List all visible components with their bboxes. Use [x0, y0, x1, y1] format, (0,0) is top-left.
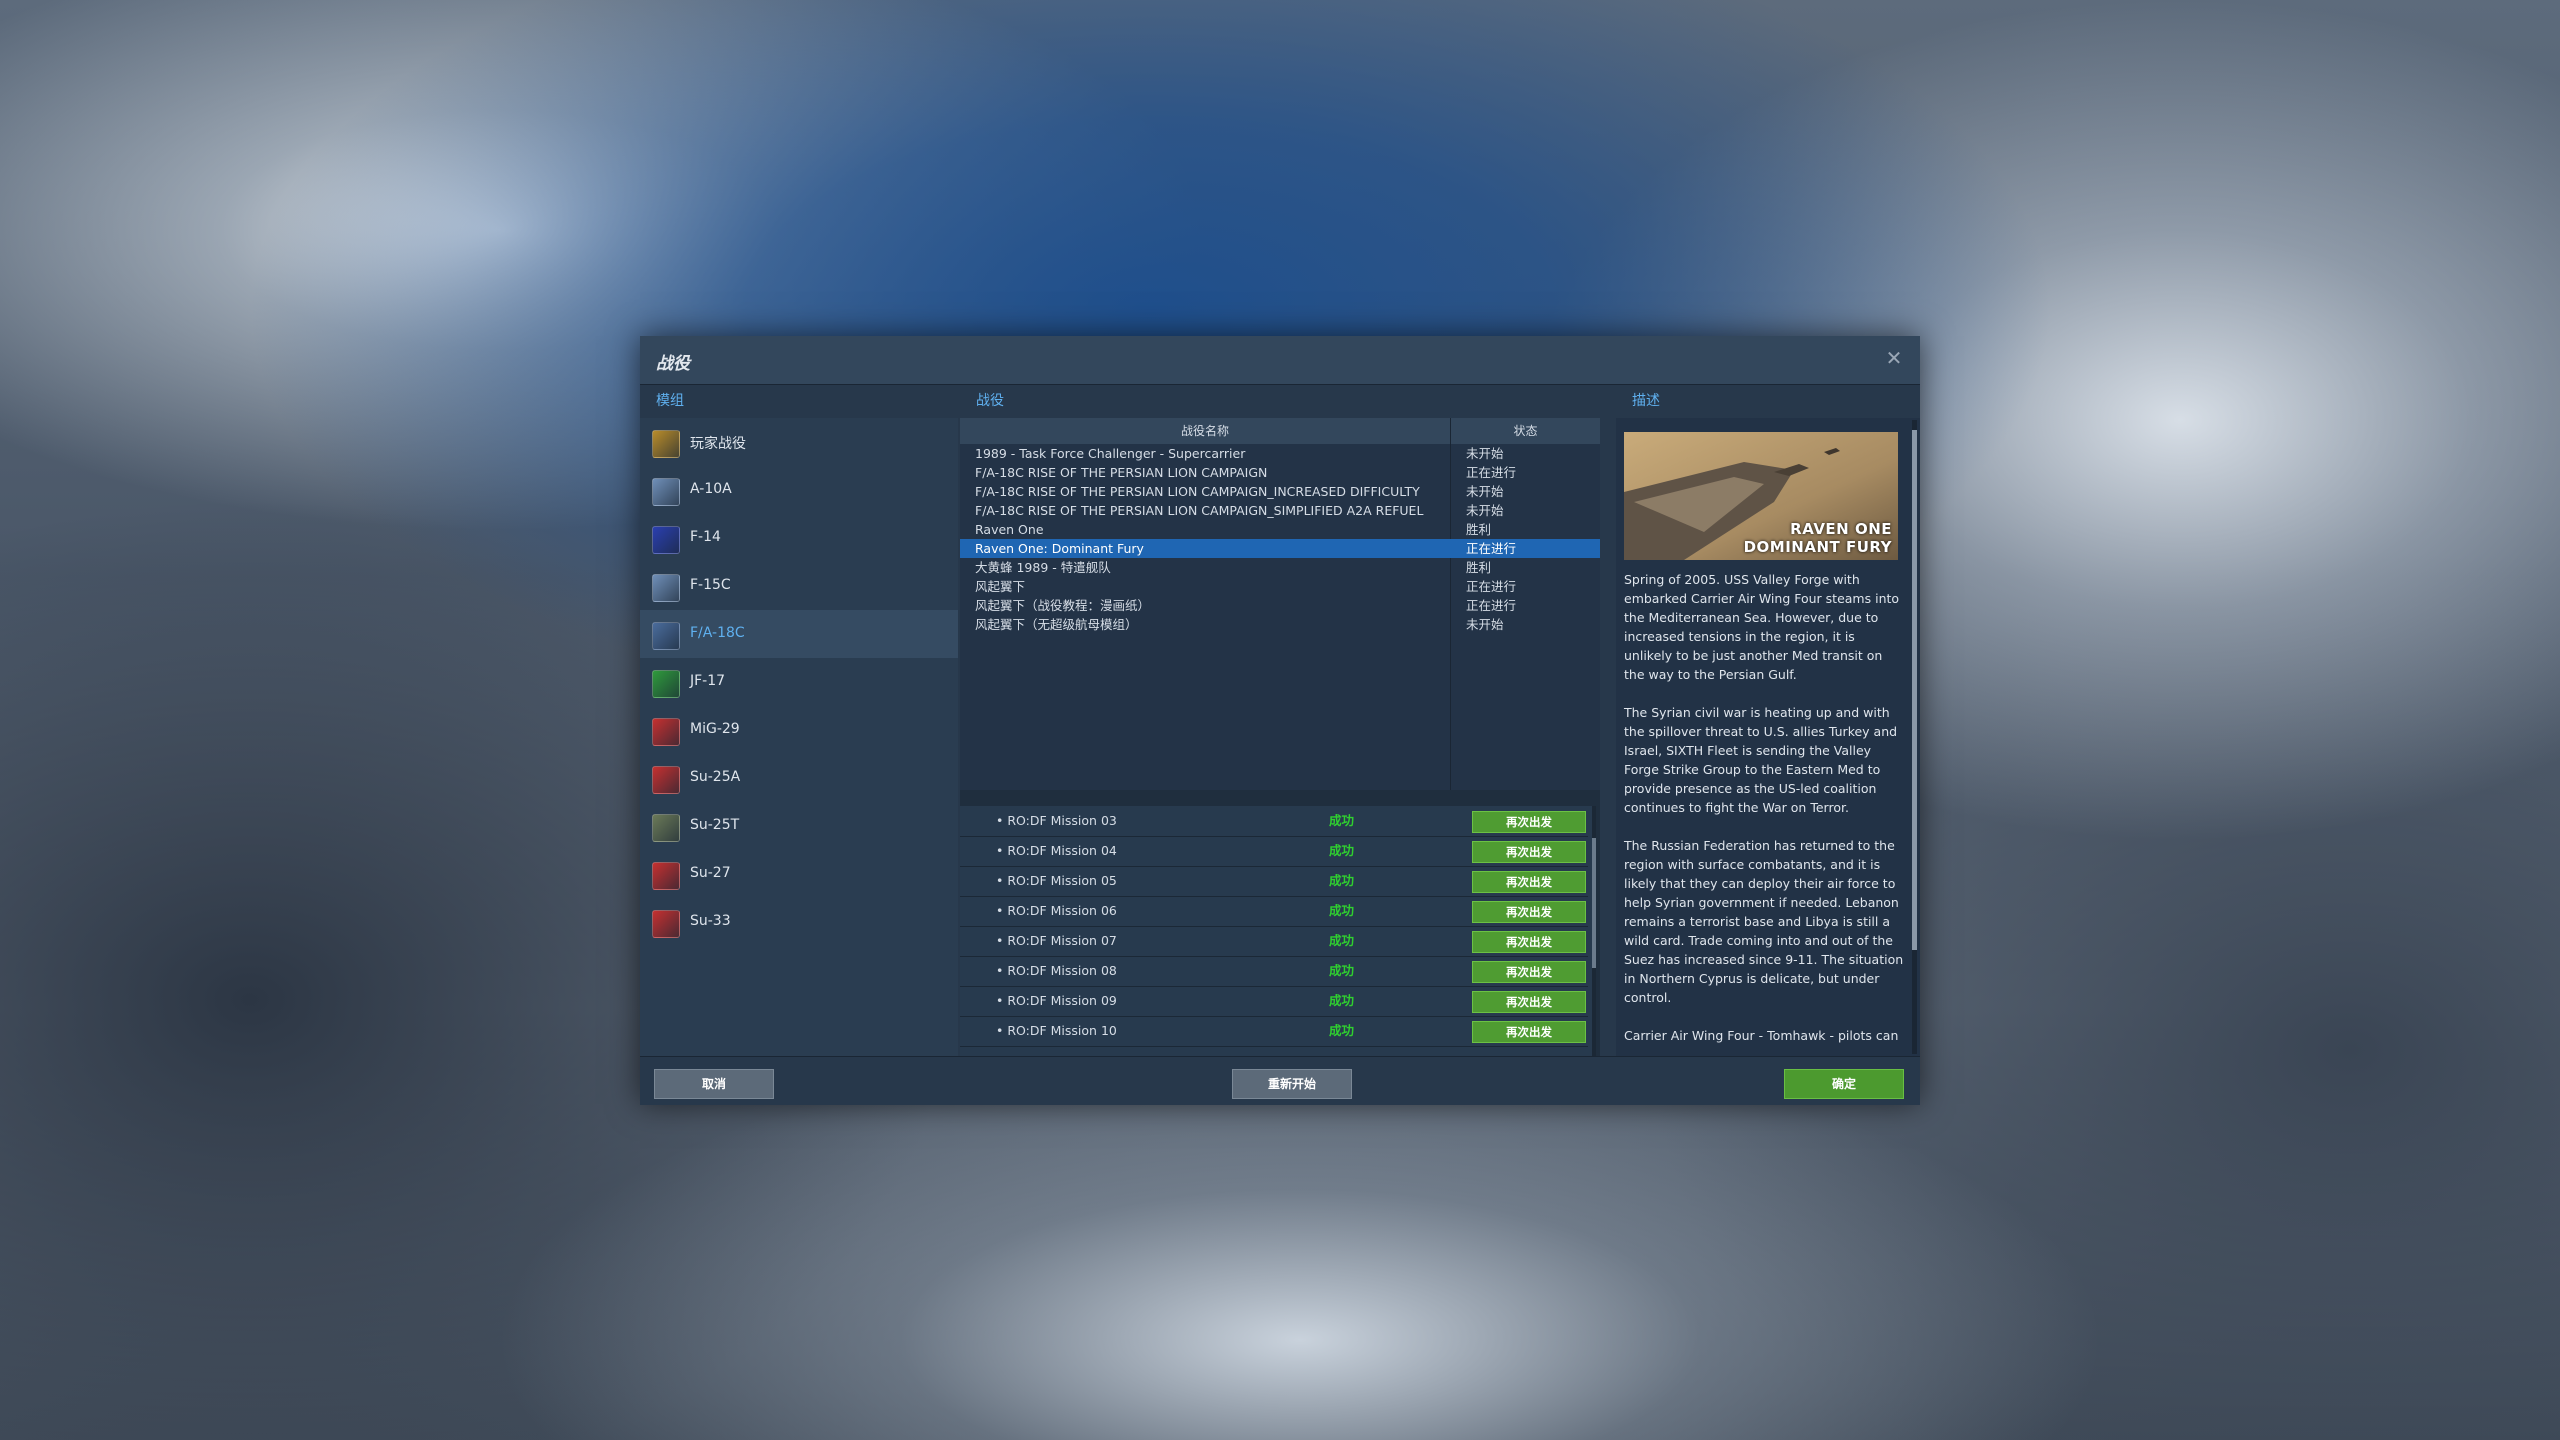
campaign-image-title: RAVEN ONE DOMINANT FURY [1743, 520, 1892, 556]
description-paragraph: The Syrian civil war is heating up and w… [1624, 705, 1898, 815]
campaign-image: RAVEN ONE DOMINANT FURY [1624, 432, 1898, 560]
module-item-fa18c[interactable]: F/A-18C [640, 610, 958, 658]
module-label: Su-25T [690, 817, 740, 833]
mission-row: • RO:DF Mission 04成功100再次出发 [960, 836, 1588, 867]
module-item-a10a[interactable]: A-10A [640, 466, 958, 514]
module-item-mig29[interactable]: MiG-29 [640, 706, 958, 754]
campaign-row[interactable]: F/A-18C RISE OF THE PERSIAN LION CAMPAIG… [960, 501, 1600, 520]
module-item-f14[interactable]: F-14 [640, 514, 958, 562]
module-label: JF-17 [690, 673, 726, 689]
campaign-row[interactable]: 风起翼下 正在进行 [960, 577, 1600, 596]
description-paragraph: Carrier Air Wing Four - Tomhawk - pilots… [1624, 1028, 1899, 1043]
description-panel: RAVEN ONE DOMINANT FURY Spring of 2005. … [1616, 418, 1920, 1056]
mission-scrollbar[interactable] [1592, 806, 1596, 1056]
module-list: 玩家战役 A-10A F-14 F-15C F/A-18C JF-17 MiG-… [640, 418, 958, 1056]
module-item-su25t[interactable]: Su-25T [640, 802, 958, 850]
campaign-row[interactable]: F/A-18C RISE OF THE PERSIAN LION CAMPAIG… [960, 463, 1600, 482]
window-title: 战役 [656, 354, 690, 374]
replay-button[interactable]: 再次出发 [1472, 811, 1586, 833]
a10a-icon [652, 478, 680, 506]
mission-list: • RO:DF Mission 03成功100再次出发 • RO:DF Miss… [960, 806, 1596, 1057]
ok-button[interactable]: 确定 [1784, 1069, 1904, 1099]
mission-row: • RO:DF Mission 03成功100再次出发 [960, 806, 1588, 837]
mission-row: • RO:DF Mission 05成功100再次出发 [960, 866, 1588, 897]
restart-button[interactable]: 重新开始 [1232, 1069, 1352, 1099]
module-item-jf17[interactable]: JF-17 [640, 658, 958, 706]
column-header-name[interactable]: 战役名称 [960, 418, 1451, 444]
module-label: 玩家战役 [690, 436, 746, 452]
modules-header: 模组 [656, 393, 684, 409]
module-label: Su-27 [690, 865, 731, 881]
replay-button[interactable]: 再次出发 [1472, 961, 1586, 983]
mig29-icon [652, 718, 680, 746]
module-label: A-10A [690, 481, 732, 497]
title-bar: 战役 ✕ [640, 336, 1920, 385]
f15c-icon [652, 574, 680, 602]
description-paragraph: Spring of 2005. USS Valley Forge with em… [1624, 572, 1900, 682]
campaign-row[interactable]: Raven One 胜利 [960, 520, 1600, 539]
su25a-icon [652, 766, 680, 794]
replay-button[interactable]: 再次出发 [1472, 931, 1586, 953]
dialog-footer: 取消 重新开始 确定 [640, 1056, 1920, 1105]
campaign-row[interactable]: 风起翼下（无超级航母模组） 未开始 [960, 615, 1600, 634]
campaign-table-header: 战役名称 状态 [960, 418, 1600, 444]
module-label: F-15C [690, 577, 731, 593]
module-item-su33[interactable]: Su-33 [640, 898, 958, 946]
column-header-status[interactable]: 状态 [1451, 418, 1600, 444]
module-label: MiG-29 [690, 721, 740, 737]
module-label: Su-33 [690, 913, 731, 929]
module-label: F/A-18C [690, 625, 745, 641]
campaign-table: 1989 - Task Force Challenger - Supercarr… [960, 444, 1600, 790]
fa18c-icon [652, 622, 680, 650]
su33-icon [652, 910, 680, 938]
description-header: 描述 [1632, 393, 1660, 409]
campaign-row[interactable]: 1989 - Task Force Challenger - Supercarr… [960, 444, 1600, 463]
campaign-row-selected[interactable]: Raven One: Dominant Fury 正在进行 [960, 539, 1600, 558]
mission-row: • RO:DF Mission 08成功100再次出发 [960, 956, 1588, 987]
mission-row: • RO:DF Mission 06成功100再次出发 [960, 896, 1588, 927]
module-label: F-14 [690, 529, 721, 545]
module-item-player-campaign[interactable]: 玩家战役 [640, 418, 958, 466]
campaign-panel: 战役名称 状态 1989 - Task Force Challenger - S… [960, 418, 1600, 1057]
description-text: Spring of 2005. USS Valley Forge with em… [1624, 570, 1906, 1056]
campaign-row[interactable]: F/A-18C RISE OF THE PERSIAN LION CAMPAIG… [960, 482, 1600, 501]
player-campaign-icon [652, 430, 680, 458]
module-label: Su-25A [690, 769, 741, 785]
module-item-su25a[interactable]: Su-25A [640, 754, 958, 802]
jf17-icon [652, 670, 680, 698]
replay-button[interactable]: 再次出发 [1472, 1021, 1586, 1043]
replay-button[interactable]: 再次出发 [1472, 991, 1586, 1013]
f14-icon [652, 526, 680, 554]
module-item-su27[interactable]: Su-27 [640, 850, 958, 898]
campaign-row[interactable]: 大黄蜂 1989 - 特遣舰队 胜利 [960, 558, 1600, 577]
campaign-row[interactable]: 风起翼下（战役教程：漫画纸） 正在进行 [960, 596, 1600, 615]
close-icon[interactable]: ✕ [1882, 346, 1906, 370]
description-scrollbar-thumb[interactable] [1912, 430, 1917, 950]
description-paragraph: The Russian Federation has returned to t… [1624, 838, 1904, 1005]
campaign-dialog: 战役 ✕ 模组 战役 描述 玩家战役 A-10A F-14 F-15C F/A-… [640, 336, 1920, 1105]
cancel-button[interactable]: 取消 [654, 1069, 774, 1099]
mission-row: • RO:DF Mission 09成功100再次出发 [960, 986, 1588, 1017]
mission-scrollbar-thumb[interactable] [1592, 838, 1596, 968]
replay-button[interactable]: 再次出发 [1472, 901, 1586, 923]
mission-row: • RO:DF Mission 10成功80再次出发 [960, 1016, 1588, 1047]
campaigns-header: 战役 [976, 393, 1004, 409]
module-item-f15c[interactable]: F-15C [640, 562, 958, 610]
su27-icon [652, 862, 680, 890]
mission-row: • RO:DF Mission 07成功100再次出发 [960, 926, 1588, 957]
su25t-icon [652, 814, 680, 842]
replay-button[interactable]: 再次出发 [1472, 871, 1586, 893]
replay-button[interactable]: 再次出发 [1472, 841, 1586, 863]
